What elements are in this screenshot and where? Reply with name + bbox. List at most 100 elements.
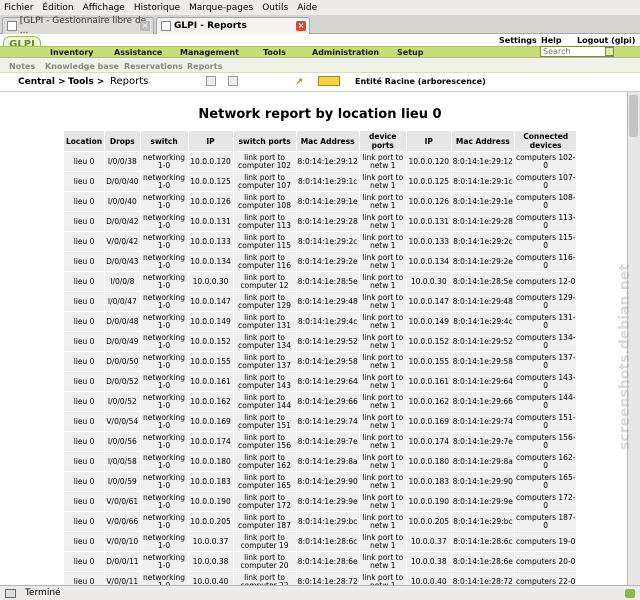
cell-ip: 10.0.0.37: [188, 532, 233, 551]
cell-mac-address: 8:0:14:1e:29:90: [296, 472, 359, 491]
scrollbar-thumb[interactable]: [629, 95, 638, 137]
nav-management[interactable]: Management: [180, 48, 239, 57]
nav-assistance[interactable]: Assistance: [114, 48, 162, 57]
cell-ip: 10.0.0.134: [188, 252, 233, 271]
cell-drops: D/0/0/42: [105, 212, 140, 231]
cell-location: lieu 0: [64, 512, 105, 531]
cell-device-ip: 10.0.0.133: [406, 232, 451, 251]
cell-connected-device: computers 151-0: [514, 412, 577, 431]
nav-inventory[interactable]: Inventory: [50, 48, 94, 57]
breadcrumb-tools[interactable]: Tools >: [68, 77, 104, 87]
cell-device-port: link port to netw 1: [359, 492, 406, 511]
cell-switch-port: link port to computer 102: [233, 152, 296, 171]
menu-aide[interactable]: Aide: [297, 3, 317, 13]
table-row: lieu 0 I/0/0/59 networking 1-0 10.0.0.183 li…: [64, 472, 577, 491]
nav-setup[interactable]: Setup: [397, 48, 423, 57]
cell-drops: D/0/0/40: [105, 172, 140, 191]
cell-connected-device: computers 137-0: [514, 352, 577, 371]
col-switch: switch: [140, 131, 188, 151]
table-row: lieu 0 V/0/0/66 networking 1-0 10.0.0.205 li…: [64, 512, 577, 531]
cell-device-ip: 10.0.0.152: [406, 332, 451, 351]
cell-connected-device: computers 134-0: [514, 332, 577, 351]
page-icon: [7, 21, 17, 31]
cell-switch: networking 1-0: [140, 172, 188, 191]
cell-mac-address: 8:0:14:1e:29:7e: [296, 432, 359, 451]
cell-connected-device: computers 102-0: [514, 152, 577, 171]
subnav-notes[interactable]: Notes: [9, 62, 35, 71]
subnav-reservations[interactable]: Reservations: [124, 62, 183, 71]
subnav-knowledge-base[interactable]: Knowledge base: [45, 62, 119, 71]
cell-device-ip: 10.0.0.126: [406, 192, 451, 211]
cell-connected-device: computers 113-0: [514, 212, 577, 231]
cell-device-mac-address: 8:0:14:1e:29:12: [451, 152, 514, 171]
cell-device-port: link port to netw 1: [359, 392, 406, 411]
help-link[interactable]: Help: [541, 36, 562, 45]
cell-switch-port: link port to computer 165: [233, 472, 296, 491]
cell-connected-device: computers 115-0: [514, 232, 577, 251]
tab-glpi-gestionnaire[interactable]: [GLPI - Gestionnaire libre de ... ×: [2, 16, 154, 36]
cell-mac-address: 8:0:14:1e:29:58: [296, 352, 359, 371]
close-icon[interactable]: ×: [296, 21, 306, 31]
cell-device-ip: 10.0.0.162: [406, 392, 451, 411]
cell-switch-port: link port to computer 156: [233, 432, 296, 451]
col-drops: Drops: [105, 131, 140, 151]
table-row: lieu 0 I/0/0/58 networking 1-0 10.0.0.180 li…: [64, 452, 577, 471]
cell-device-ip: 10.0.0.38: [406, 552, 451, 571]
status-icon: [5, 589, 16, 598]
cell-location: lieu 0: [64, 372, 105, 391]
menu-fichier[interactable]: Fichier: [4, 3, 33, 13]
search-button[interactable]: [605, 47, 614, 56]
nav-tools[interactable]: Tools: [263, 48, 286, 57]
cell-switch-port: link port to computer 172: [233, 492, 296, 511]
cell-device-mac-address: 8:0:14:1e:29:66: [451, 392, 514, 411]
subnav-reports[interactable]: Reports: [187, 62, 222, 71]
network-report-table: Location Drops switch IP switch ports Ma…: [63, 130, 578, 592]
col-device-mac-address: Mac Address: [451, 131, 514, 151]
addon-icon[interactable]: [625, 589, 635, 598]
cell-ip: 10.0.0.205: [188, 512, 233, 531]
arrow-icon[interactable]: ↗: [295, 77, 303, 88]
cell-device-port: link port to netw 1: [359, 412, 406, 431]
cell-switch-port: link port to computer 143: [233, 372, 296, 391]
menu-marque-pages[interactable]: Marque-pages: [189, 3, 253, 13]
table-row: lieu 0 I/0/0/52 networking 1-0 10.0.0.162 li…: [64, 392, 577, 411]
cell-device-mac-address: 8:0:14:1e:29:90: [451, 472, 514, 491]
cell-device-ip: 10.0.0.134: [406, 252, 451, 271]
tab-label: GLPI - Reports: [174, 21, 247, 31]
cell-connected-device: computers 131-0: [514, 312, 577, 331]
nav-administration[interactable]: Administration: [312, 48, 379, 57]
search-icon[interactable]: [228, 76, 238, 86]
col-switch-ports: switch ports: [233, 131, 296, 151]
cell-drops: I/0/0/40: [105, 192, 140, 211]
search-input[interactable]: [540, 46, 614, 57]
logout-link[interactable]: Logout (glpi): [577, 36, 635, 45]
menu-edition[interactable]: Édition: [42, 3, 73, 13]
close-icon[interactable]: ×: [140, 21, 150, 31]
page-icon: [161, 21, 171, 31]
sub-navigation: Notes Knowledge base Reservations Report…: [0, 59, 640, 73]
table-row: lieu 0 I/0/0/47 networking 1-0 10.0.0.147 li…: [64, 292, 577, 311]
breadcrumb-central[interactable]: Central >: [18, 77, 66, 87]
cell-drops: I/0/0/8: [105, 272, 140, 291]
cell-connected-device: computers 187-0: [514, 512, 577, 531]
cell-device-mac-address: 8:0:14:1e:29:1c: [451, 172, 514, 191]
menu-affichage[interactable]: Affichage: [83, 3, 125, 13]
cell-connected-device: computers 20-0: [514, 552, 577, 571]
cell-switch: networking 1-0: [140, 412, 188, 431]
cell-device-port: link port to netw 1: [359, 292, 406, 311]
menu-historique[interactable]: Historique: [134, 3, 180, 13]
cell-connected-device: computers 107-0: [514, 172, 577, 191]
add-icon[interactable]: [206, 76, 216, 86]
entity-selector-icon[interactable]: [318, 76, 340, 86]
cell-device-port: link port to netw 1: [359, 352, 406, 371]
cell-switch-port: link port to computer 131: [233, 312, 296, 331]
cell-location: lieu 0: [64, 352, 105, 371]
menu-outils[interactable]: Outils: [262, 3, 288, 13]
tab-glpi-reports[interactable]: GLPI - Reports ×: [156, 17, 310, 34]
tab-bar: [GLPI - Gestionnaire libre de ... × GLPI…: [0, 15, 640, 36]
cell-switch-port: link port to computer 137: [233, 352, 296, 371]
table-row: lieu 0 I/0/0/38 networking 1-0 10.0.0.120 li…: [64, 152, 577, 171]
cell-device-mac-address: 8:0:14:1e:29:9e: [451, 492, 514, 511]
cell-device-port: link port to netw 1: [359, 212, 406, 231]
settings-link[interactable]: Settings: [499, 36, 537, 45]
